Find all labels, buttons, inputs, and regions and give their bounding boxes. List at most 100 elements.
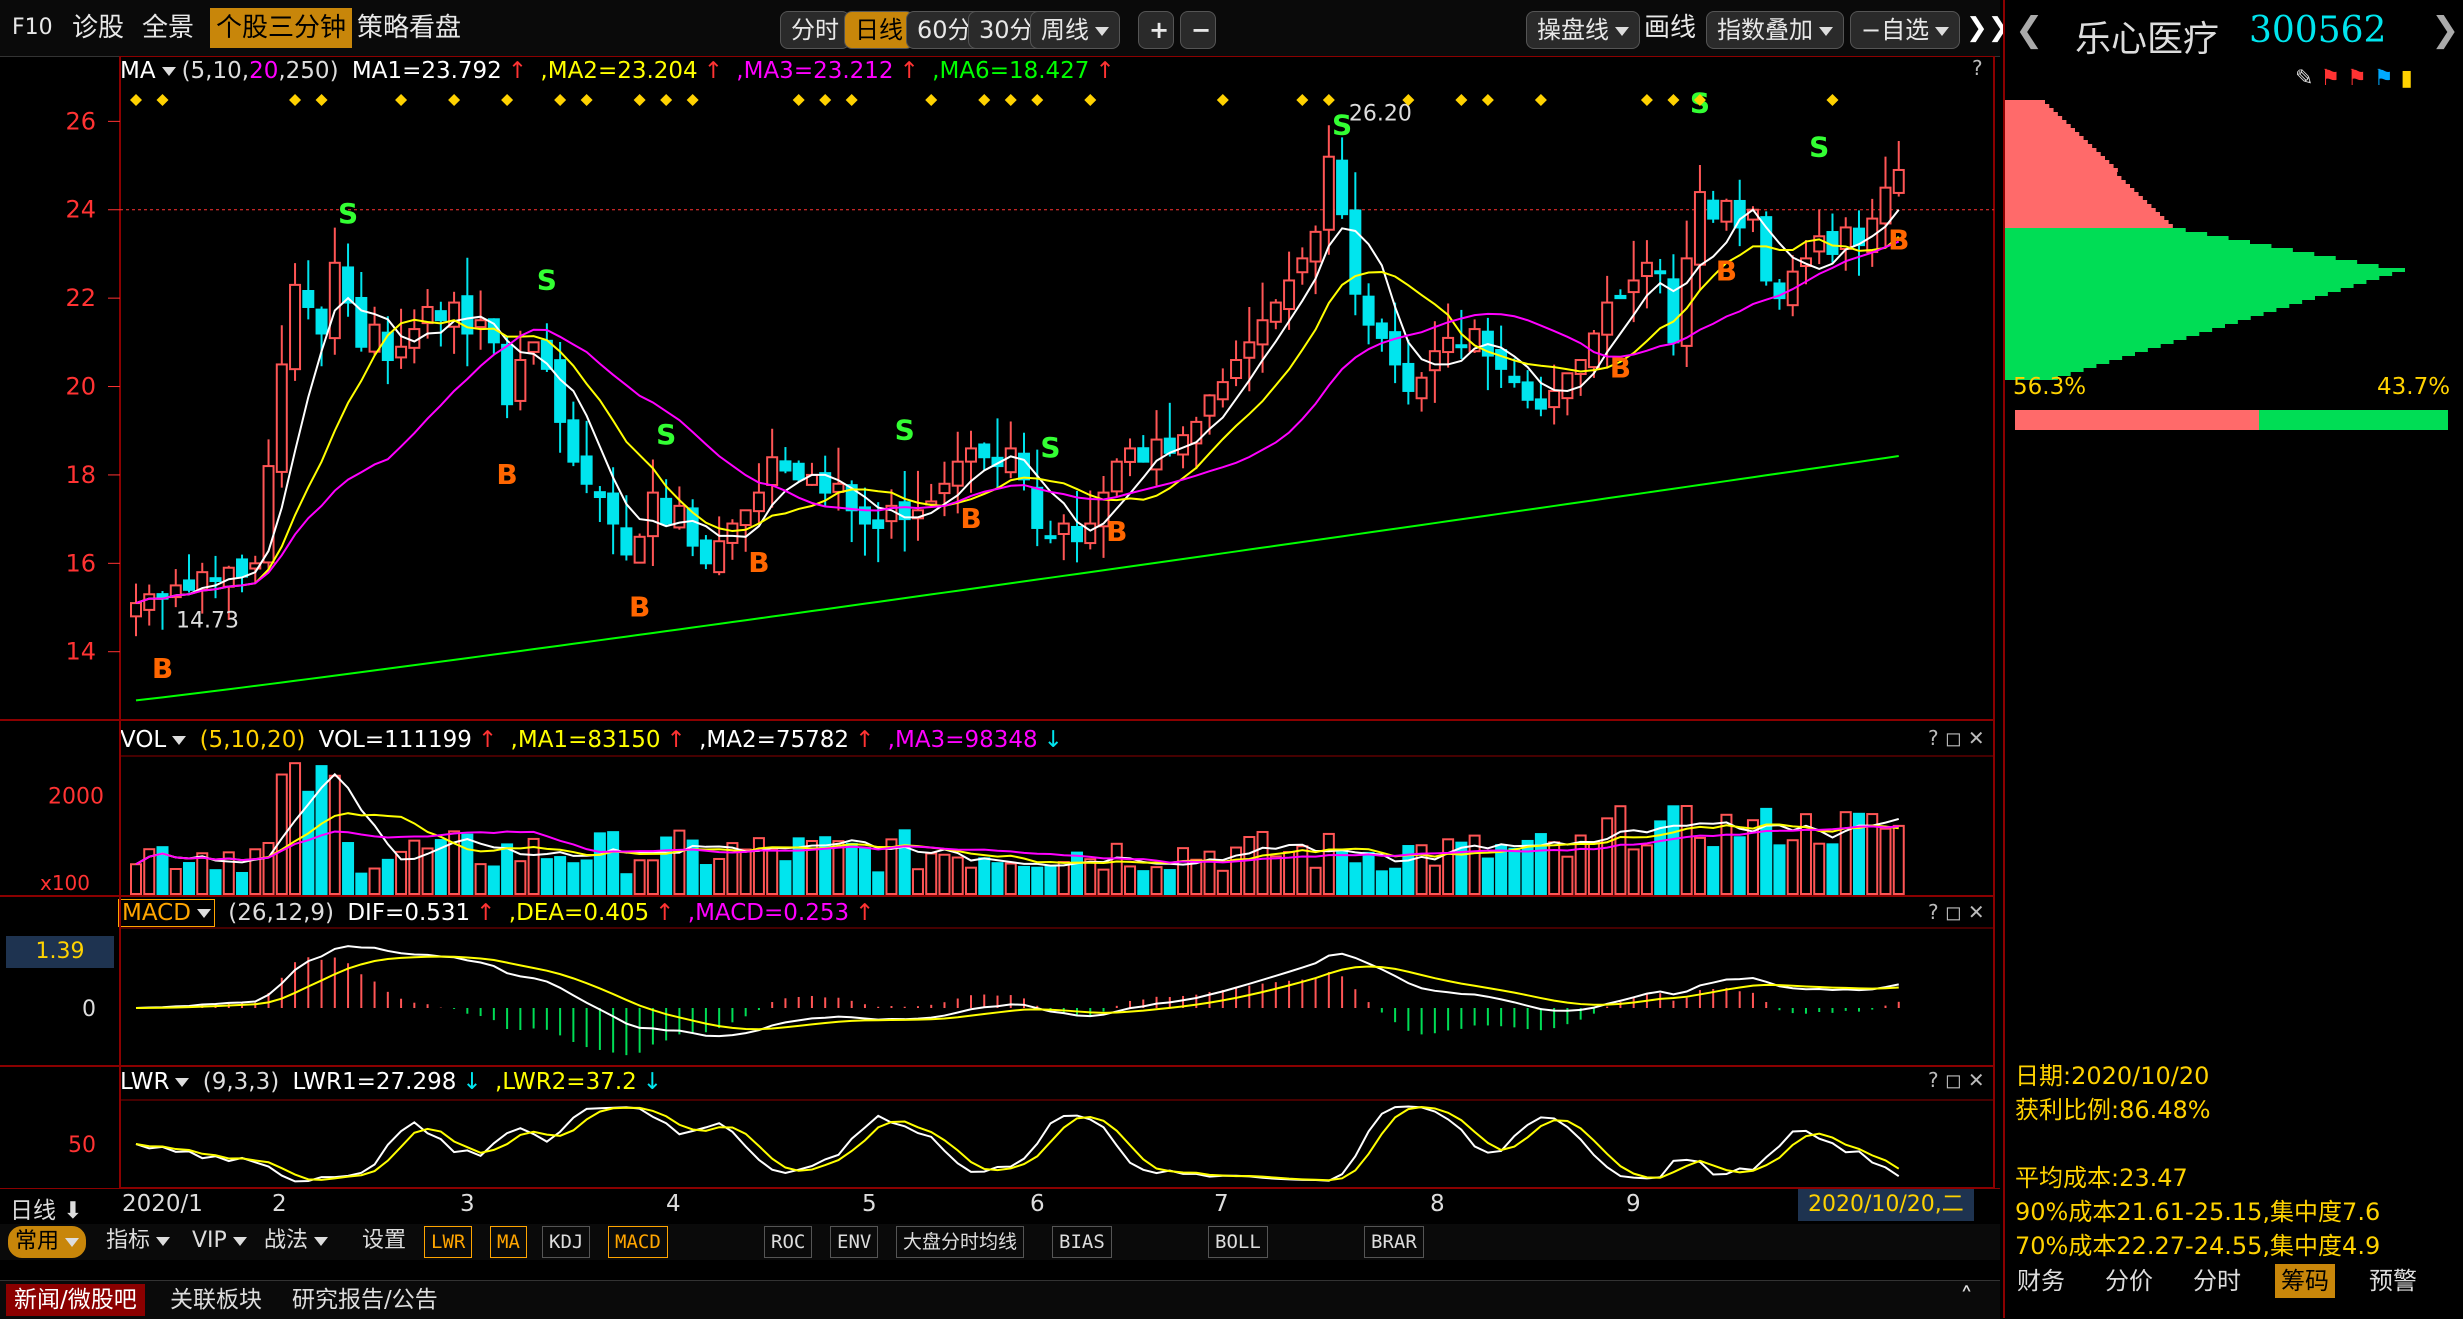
right-panel-tab[interactable]: 分价 <box>2099 1264 2159 1298</box>
volume-bar <box>925 852 938 896</box>
event-marker <box>156 94 169 106</box>
volume-bar <box>1680 805 1693 896</box>
indicator-quick-tab[interactable]: BOLL <box>1208 1226 1268 1258</box>
event-marker <box>925 94 938 106</box>
vip-tab[interactable]: VIP <box>186 1226 253 1256</box>
common-tab[interactable]: 常用 <box>8 1226 87 1258</box>
news-tab[interactable]: 新闻/微股吧 <box>6 1284 145 1316</box>
volume-bar <box>766 848 779 896</box>
candle <box>1667 254 1680 356</box>
event-marker <box>792 94 805 106</box>
kline-chart[interactable]: 1416182022242626.2014.73BSBSSBBSBSBSBSBS… <box>0 56 2000 1196</box>
f10-button[interactable]: F10 <box>12 8 53 48</box>
indicator-quick-tab[interactable]: 大盘分时均线 <box>896 1226 1025 1258</box>
volume-bar <box>1667 805 1680 895</box>
volume-bar <box>1654 820 1667 895</box>
chip-row <box>2005 316 2251 320</box>
date-tick: 2020/1 <box>122 1191 203 1217</box>
lwr-tick-label: 50 <box>68 1133 96 1158</box>
dea-line <box>135 955 1899 1031</box>
volume-bar <box>487 865 500 895</box>
candle <box>567 401 580 467</box>
chip-row <box>2005 144 2093 148</box>
diagnose-button[interactable]: 诊股 <box>72 8 124 48</box>
volume-bar <box>209 869 222 895</box>
news-bar: 新闻/微股吧 关联板块 研究报告/公告 ˄ <box>0 1280 2000 1319</box>
indicator-quick-tab[interactable]: BRAR <box>1364 1226 1424 1258</box>
date-tick: 3 <box>460 1191 475 1217</box>
chip-row <box>2005 148 2097 152</box>
signal-b: B <box>1888 224 1909 257</box>
candle <box>514 330 527 411</box>
chip-row <box>2005 280 2367 284</box>
signal-b: B <box>629 590 650 623</box>
indicator-quick-tab[interactable]: KDJ <box>542 1226 591 1258</box>
volume-bar <box>1640 844 1653 896</box>
zoom-out-button[interactable]: − <box>1180 11 1216 49</box>
event-marker <box>1455 94 1468 106</box>
volume-bar <box>1508 847 1521 895</box>
period-label[interactable]: 日线 ⬇ <box>10 1191 83 1225</box>
chip-row <box>2005 112 2058 116</box>
daily-tab[interactable]: 日线 <box>844 11 914 49</box>
chip-row <box>2005 264 2379 268</box>
indicator-quick-tab[interactable]: ROC <box>764 1226 813 1258</box>
chip-row <box>2005 208 2156 212</box>
self-select-button[interactable]: −自选 <box>1850 11 1961 49</box>
three-min-button[interactable]: 个股三分钟 <box>210 8 353 48</box>
date-axis: 日线 ⬇ 2020/1 2 3 4 5 6 7 8 9 2020/10/20,二 <box>0 1188 2000 1225</box>
index-overlay-button[interactable]: 指数叠加 <box>1706 11 1844 49</box>
volume-bar <box>1309 866 1322 896</box>
candle <box>633 533 646 564</box>
chip-row <box>2005 324 2225 328</box>
chip-left-pct: 56.3% <box>2013 374 2087 400</box>
panorama-button[interactable]: 全景 <box>142 8 194 48</box>
trade-line-button[interactable]: 操盘线 <box>1526 11 1640 49</box>
signal-s: S <box>537 263 557 296</box>
next-stock-icon[interactable]: ❯ <box>2431 10 2460 50</box>
draw-line-button[interactable]: 画线 <box>1644 8 1696 48</box>
candle <box>1574 359 1587 396</box>
volume-bar <box>1057 861 1070 896</box>
event-marker <box>130 94 142 106</box>
indicator-quick-tab[interactable]: ENV <box>830 1226 879 1258</box>
event-marker <box>1667 94 1680 106</box>
zoom-in-button[interactable]: + <box>1138 11 1174 49</box>
volume-bar <box>1375 870 1388 896</box>
candle <box>1640 240 1653 309</box>
candle <box>461 257 474 367</box>
candle <box>1163 402 1176 457</box>
chip-cost70: 70%成本22.27-24.55,集中度4.9 <box>2015 1232 2381 1260</box>
volume-bar <box>1163 869 1176 895</box>
weekly-tab[interactable]: 周线 <box>1030 11 1120 49</box>
chip-tool-icons[interactable]: ✎ ⚑ ⚑ ⚑ ▮ <box>2295 66 2413 91</box>
timeshare-tab[interactable]: 分时 <box>780 11 850 49</box>
strategy-button[interactable]: 策略看盘 <box>357 8 461 48</box>
chart-frame <box>119 56 1995 1189</box>
tactics-tab[interactable]: 战法 <box>258 1226 334 1256</box>
indicator-quick-tab[interactable]: BIAS <box>1052 1226 1112 1258</box>
indicator-quick-tab[interactable]: LWR <box>424 1226 473 1258</box>
signal-b: B <box>1716 254 1737 287</box>
chip-row <box>2005 308 2277 312</box>
right-panel-tab[interactable]: 筹码 <box>2275 1264 2335 1298</box>
settings-tab[interactable]: 设置 <box>356 1226 412 1256</box>
right-panel-tab[interactable]: 财务 <box>2011 1264 2071 1298</box>
volume-bar <box>832 840 845 896</box>
indicator-quick-tab[interactable]: MACD <box>608 1226 668 1258</box>
sector-tab[interactable]: 关联板块 <box>170 1284 262 1316</box>
volume-unit-label: x100 <box>40 871 90 895</box>
indicator-tab[interactable]: 指标 <box>100 1226 176 1256</box>
right-panel-tab[interactable]: 分时 <box>2187 1264 2247 1298</box>
chip-cost90: 90%成本21.61-25.15,集中度7.6 <box>2015 1198 2381 1226</box>
prev-stock-icon[interactable]: ❮ <box>2015 10 2044 50</box>
chip-row <box>2005 352 2135 356</box>
indicator-quick-tab[interactable]: MA <box>490 1226 527 1258</box>
candle <box>1150 410 1163 486</box>
right-panel-tab[interactable]: 预警 <box>2363 1264 2423 1298</box>
research-tab[interactable]: 研究报告/公告 <box>292 1284 438 1316</box>
event-marker <box>501 94 514 106</box>
expand-up-icon[interactable]: ˄ <box>1960 1283 1973 1313</box>
volume-bar <box>1481 857 1494 895</box>
candle <box>328 227 341 355</box>
